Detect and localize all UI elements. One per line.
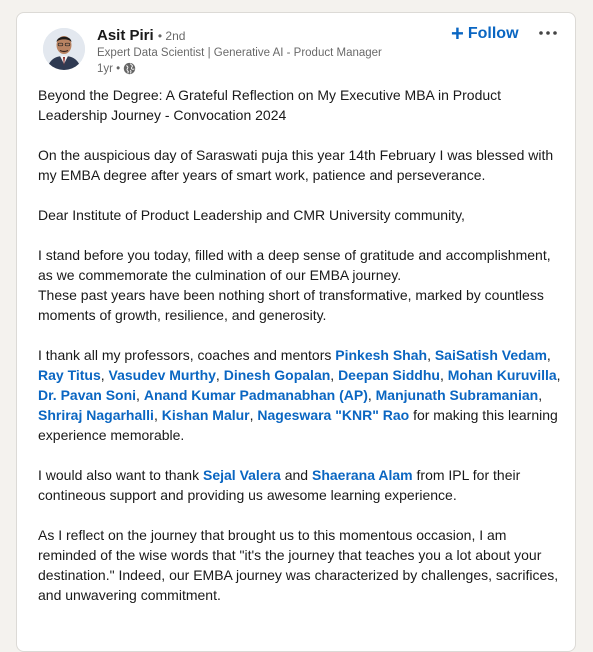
mention-link[interactable]: Mohan Kuruvilla	[448, 367, 557, 383]
mention-link[interactable]: Shaerana Alam	[312, 467, 413, 483]
connection-degree: • 2nd	[157, 29, 186, 43]
post-time: 1yr •	[97, 62, 121, 75]
mention-link[interactable]: Dr. Pavan Soni	[38, 387, 136, 403]
author-headline: Expert Data Scientist | Generative AI - …	[97, 47, 382, 59]
mention-link[interactable]: Dinesh Gopalan	[224, 367, 331, 383]
post-meta: 1yr •	[97, 62, 136, 75]
mention-link[interactable]: Pinkesh Shah	[335, 347, 427, 363]
post-card: Asit Piri • 2nd Expert Data Scientist | …	[16, 12, 576, 652]
post-paragraph: I stand before you today, filled with a …	[38, 245, 568, 325]
post-title-paragraph: Beyond the Degree: A Grateful Reflection…	[38, 87, 502, 123]
mention-link[interactable]: Deepan Siddhu	[338, 367, 440, 383]
mention-link[interactable]: Kishan Malur	[162, 407, 250, 423]
mention-link[interactable]: Ray Titus	[38, 367, 101, 383]
mention-link[interactable]: Vasudev Murthy	[109, 367, 216, 383]
author-name-text[interactable]: Asit Piri	[97, 27, 154, 44]
mention-link[interactable]: SaiSatish Vedam	[435, 347, 547, 363]
avatar[interactable]	[43, 28, 85, 70]
post-text: I would also want to thank	[38, 467, 200, 483]
post-paragraph: Dear Institute of Product Leadership and…	[38, 207, 465, 223]
mention-link[interactable]: Anand Kumar Padmanabhan (AP)	[144, 387, 368, 403]
globe-icon	[123, 62, 136, 75]
more-options-button[interactable]	[535, 23, 561, 43]
author-name[interactable]: Asit Piri • 2nd	[97, 27, 185, 44]
post-header: Asit Piri • 2nd Expert Data Scientist | …	[17, 13, 575, 85]
mention-link[interactable]: Sejal Valera	[203, 467, 281, 483]
plus-icon: +	[451, 21, 464, 46]
post-text: I thank all my professors, coaches and m…	[38, 347, 332, 363]
post-text: I stand before you today, filled with a …	[38, 247, 551, 283]
more-options-icon	[539, 31, 557, 35]
thanks-paragraph: I would also want to thank Sejal Valera …	[38, 465, 568, 505]
post-text: and	[284, 467, 309, 483]
post-paragraph: As I reflect on the journey that brought…	[38, 527, 559, 603]
post-text: These past years have been nothing short…	[38, 287, 544, 323]
post-paragraph: On the auspicious day of Saraswati puja …	[38, 147, 554, 183]
mention-link[interactable]: Shriraj Nagarhalli	[38, 407, 154, 423]
follow-label: Follow	[467, 25, 519, 42]
mention-link[interactable]: Nageswara "KNR" Rao	[257, 407, 409, 423]
mention-link[interactable]: Manjunath Subramanian	[376, 387, 539, 403]
follow-button[interactable]: + Follow	[451, 23, 519, 45]
mentors-paragraph: I thank all my professors, coaches and m…	[38, 347, 561, 443]
post-body: Beyond the Degree: A Grateful Reflection…	[38, 85, 568, 625]
